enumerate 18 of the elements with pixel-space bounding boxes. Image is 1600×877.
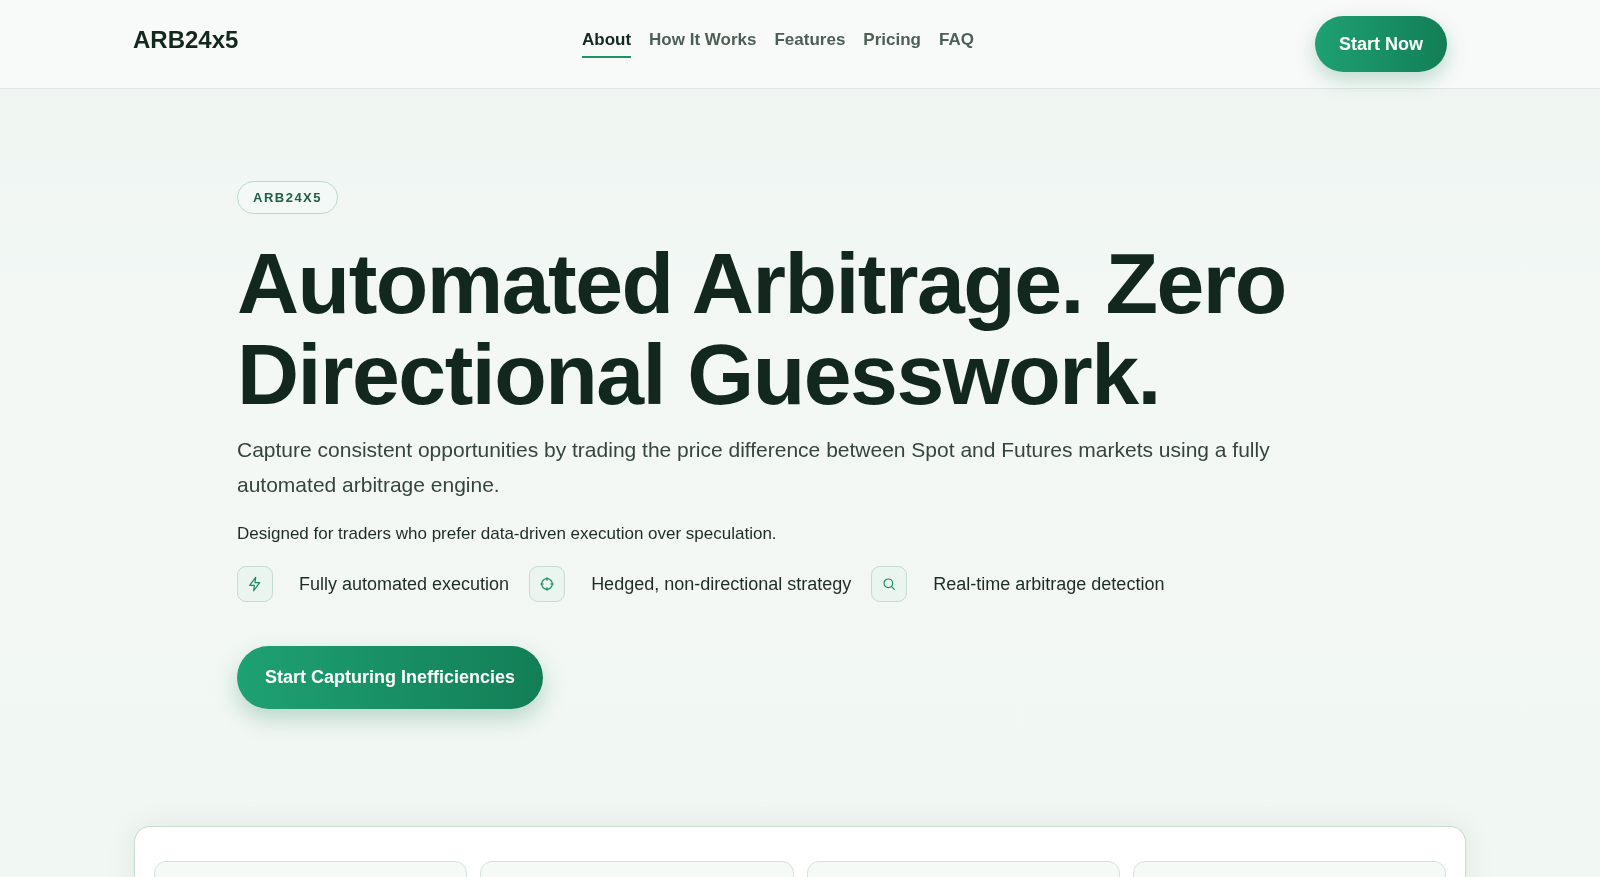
nav-link[interactable]: About [582,30,632,58]
crosshair-icon [539,576,556,592]
headline: Automated Arbitrage. Zero Directional Guesswork. [237,238,1287,420]
nav-link[interactable]: How It Works [649,30,757,58]
nav-link[interactable]: FAQ [938,30,974,58]
brand-badge: ARB24X5 [237,181,339,214]
search-icon [881,576,898,592]
feature-label: Hedged, non-directional strategy [591,573,852,595]
start-now-button[interactable]: Start Now [1315,16,1447,72]
start-capturing-button[interactable]: Start Capturing Inefficiencies [237,646,544,709]
nav-link[interactable]: Pricing [863,30,921,58]
feature-label: Fully automated execution [299,573,510,595]
nav-link[interactable]: Features [774,30,846,58]
note-text: Designed for traders who prefer data-driven execution over speculation. [237,524,778,544]
lightning-bolt-icon [247,576,263,592]
lead-paragraph: Capture consistent opportunities by trading the price difference between Spot and Futures markets using a fully automated arbitrage engine. [237,437,1271,498]
feature-label: Real-time arbitrage detection [933,573,1165,595]
logo[interactable]: ARB24x5 [133,26,239,54]
